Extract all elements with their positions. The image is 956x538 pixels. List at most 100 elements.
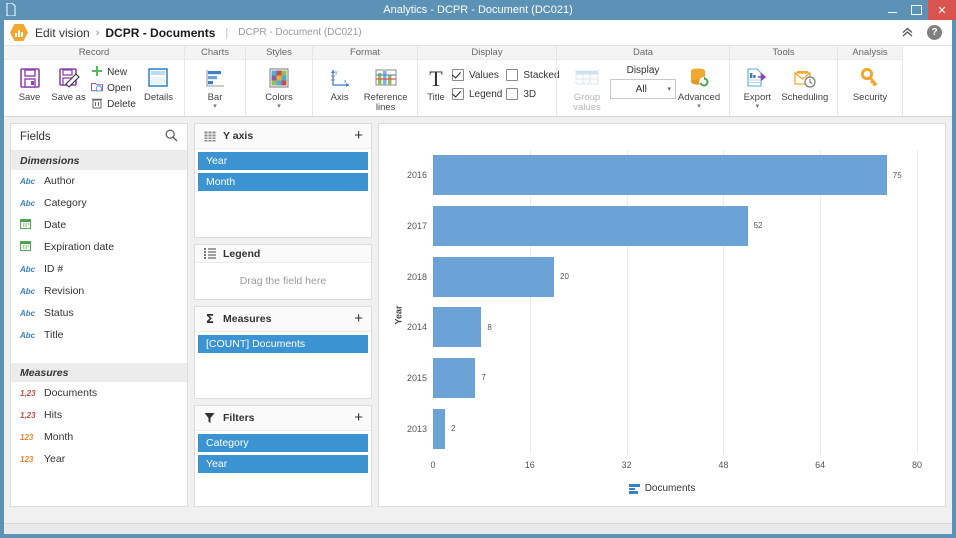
fields-panel-title: Fields (20, 131, 51, 143)
application-window: Analytics - DCPR - Document (DC021) ✕ Ed… (0, 0, 956, 538)
shelf-pill[interactable]: [COUNT] Documents (198, 335, 368, 354)
field-item[interactable]: Abc Status (11, 302, 187, 324)
chart-bar[interactable] (433, 357, 476, 398)
dimensions-list: Abc Author Abc Category Date Expiration da… (11, 170, 187, 346)
scheduling-button[interactable]: Scheduling (779, 63, 831, 103)
y-axis-shelf-body[interactable]: Year Month (195, 149, 371, 237)
calendar-icon (20, 218, 37, 232)
field-item[interactable]: Abc Category (11, 192, 187, 214)
title-button[interactable]: T Title (424, 63, 448, 103)
display-filter-select[interactable]: All ▾ (610, 79, 676, 99)
bar-chart-caret-icon[interactable]: ▾ (213, 103, 217, 110)
field-item[interactable]: Abc ID # (11, 258, 187, 280)
field-item[interactable]: Date (11, 214, 187, 236)
measures-shelf-body[interactable]: [COUNT] Documents (195, 332, 371, 398)
field-item[interactable]: Abc Author (11, 170, 187, 192)
delete-label: Delete (107, 98, 136, 110)
3d-checkbox-row[interactable]: 3D (506, 88, 559, 100)
delete-button[interactable]: Delete (88, 96, 139, 112)
details-button[interactable]: Details (139, 63, 178, 103)
chart-x-tick-label: 80 (911, 460, 923, 470)
field-label: Hits (44, 409, 63, 421)
save-button[interactable]: Save (10, 63, 49, 103)
measures-group-header: Measures (11, 363, 187, 382)
field-item[interactable]: Expiration date (11, 236, 187, 258)
close-button[interactable]: ✕ (928, 0, 956, 20)
field-label: Expiration date (44, 241, 115, 253)
breadcrumb-edit-vision[interactable]: Edit vision (35, 26, 90, 40)
chart-bar[interactable] (433, 256, 554, 297)
collapse-ribbon-icon[interactable] (899, 25, 915, 41)
maximize-button[interactable] (904, 0, 928, 20)
save-as-button[interactable]: Save as (49, 63, 88, 103)
search-icon[interactable] (165, 129, 178, 145)
security-button[interactable]: Security (844, 63, 896, 103)
field-item[interactable]: 1,23 Documents (11, 382, 187, 404)
chart-plot-area: 2016 75 2017 52 2018 20 2014 8 2015 7 2013 2 (407, 150, 918, 454)
export-button[interactable]: Export ▾ (736, 63, 779, 110)
colors-button[interactable]: Colors ▾ (257, 63, 301, 110)
advanced-button[interactable]: Advanced ▾ (675, 63, 723, 110)
measures-list: 1,23 Documents 1,23 Hits 123 Month 123 Year (11, 382, 187, 470)
add-y-axis-field-button[interactable]: + (354, 128, 363, 143)
main-area: Fields Dimensions Abc Author Abc Category … (4, 117, 952, 513)
shelf-pill[interactable]: Year (198, 454, 368, 473)
field-type-icon: Abc (20, 330, 36, 340)
field-item[interactable]: Abc Revision (11, 280, 187, 302)
ribbon-group-display: Display T Title Values Legend Stacked 3D (417, 46, 560, 116)
ribbon-group-styles-title: Styles (246, 46, 312, 60)
legend-checkbox-row[interactable]: Legend (452, 88, 502, 100)
chart-panel[interactable]: Year 2016 75 2017 52 2018 20 2014 8 2015 7 2013 2 0… (378, 123, 946, 507)
field-item[interactable]: 123 Year (11, 448, 187, 470)
chart-y-tick-label: 2015 (406, 372, 427, 383)
shelf-pill[interactable]: Year (198, 152, 368, 170)
colors-caret-icon[interactable]: ▾ (277, 103, 281, 110)
chart-bar[interactable] (433, 408, 446, 449)
field-type-icon: Abc (20, 286, 36, 296)
bar-chart-button[interactable]: Bar ▾ (193, 63, 237, 110)
chart-bar[interactable] (433, 307, 482, 348)
measures-shelf-title: Measures (223, 313, 272, 326)
window-title: Analytics - DCPR - Document (DC021) (383, 4, 573, 16)
chart-bar[interactable] (433, 205, 748, 246)
legend-checkbox[interactable] (452, 88, 464, 100)
field-item[interactable]: 1,23 Hits (11, 404, 187, 426)
values-checkbox-row[interactable]: Values (452, 69, 502, 81)
group-values-icon (574, 65, 600, 91)
shelf-pill[interactable]: Month (198, 173, 368, 191)
filters-shelf-body[interactable]: Category Year (195, 431, 371, 506)
legend-shelf: Legend Drag the field here (194, 244, 372, 301)
field-item[interactable]: Abc Title (11, 324, 187, 346)
axis-button[interactable]: y x Axis (319, 63, 360, 103)
values-checkbox[interactable] (452, 69, 464, 81)
ribbon-group-data-title: Data (557, 46, 729, 60)
breadcrumb-divider: | (225, 26, 229, 39)
field-item[interactable]: 123 Month (11, 426, 187, 448)
advanced-caret-icon[interactable]: ▾ (697, 103, 701, 110)
legend-shelf-body[interactable]: Drag the field here (195, 263, 371, 299)
y-axis-shelf: Y axis + Year Month (194, 123, 372, 239)
reference-lines-button[interactable]: Reference lines (360, 63, 411, 113)
chart-bar-value-label: 52 (753, 221, 763, 231)
export-caret-icon[interactable]: ▾ (756, 103, 760, 110)
chart-bar[interactable] (433, 155, 887, 196)
svg-text:y: y (335, 70, 338, 76)
open-button[interactable]: Open (88, 80, 139, 96)
add-filter-button[interactable]: + (354, 410, 363, 425)
stacked-checkbox-row[interactable]: Stacked (506, 69, 560, 81)
ribbon-group-tools-title: Tools (730, 46, 837, 60)
chart-x-tick-label: 32 (621, 460, 632, 470)
sigma-icon: Σ (203, 313, 216, 325)
shelf-pill[interactable]: Category (198, 433, 368, 452)
3d-checkbox[interactable] (506, 88, 519, 100)
axis-label: Axis (330, 92, 349, 103)
add-measure-button[interactable]: + (354, 311, 363, 326)
minimize-button[interactable] (880, 0, 904, 20)
new-button[interactable]: New (88, 64, 139, 80)
title-text-icon: T (424, 65, 448, 91)
stacked-checkbox[interactable] (506, 69, 519, 81)
dimensions-group-header: Dimensions (11, 151, 187, 170)
key-icon (859, 65, 881, 91)
help-icon[interactable]: ? (927, 25, 942, 40)
breadcrumb-subtitle: DCPR - Document (DC021) (238, 27, 362, 38)
